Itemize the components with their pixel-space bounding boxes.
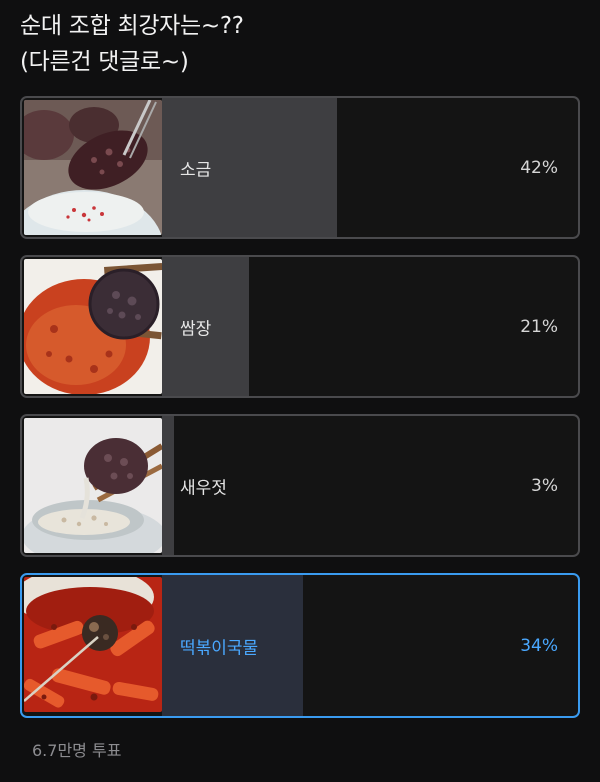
poll-option-tteokbokki-sauce[interactable]: 떡볶이국물 34% (20, 573, 580, 718)
poll-option-label: 떡볶이국물 (180, 638, 259, 658)
poll-option-percent: 34% (520, 635, 558, 656)
saeujeot-sundae-photo (24, 418, 162, 553)
poll-option-saeujeot[interactable]: 새우젓 3% (20, 414, 580, 557)
poll-option-label: 쌈장 (180, 319, 212, 339)
poll-option-percent: 21% (520, 316, 558, 337)
poll-option-bar: 쌈장 21% (162, 257, 578, 396)
poll-option-percent: 42% (520, 157, 558, 178)
poll-option-bar: 떡볶이국물 34% (162, 575, 578, 716)
poll-question-line1: 순대 조합 최강자는~?? (20, 13, 244, 39)
poll-options: 소금 42% 쌈장 21% 새우젓 3% 떡볶이국물 34% (20, 96, 580, 734)
poll-option-bar: 소금 42% (162, 98, 578, 237)
poll-option-label: 새우젓 (180, 478, 227, 498)
salt-sundae-photo (24, 100, 162, 235)
poll-option-salt[interactable]: 소금 42% (20, 96, 580, 239)
poll-question-line2: (다른건 댓글로~) (20, 49, 189, 75)
poll-option-fill (162, 416, 175, 555)
poll-option-label: 소금 (180, 160, 212, 180)
poll-option-bar: 새우젓 3% (162, 416, 578, 555)
tteokbokki-sundae-photo (24, 577, 162, 712)
poll-question: 순대 조합 최강자는~?? (다른건 댓글로~) (20, 8, 580, 80)
poll-option-ssamjang[interactable]: 쌈장 21% (20, 255, 580, 398)
ssamjang-sundae-photo (24, 259, 162, 394)
poll-option-percent: 3% (531, 475, 558, 496)
vote-count: 6.7만명 투표 (32, 741, 122, 760)
